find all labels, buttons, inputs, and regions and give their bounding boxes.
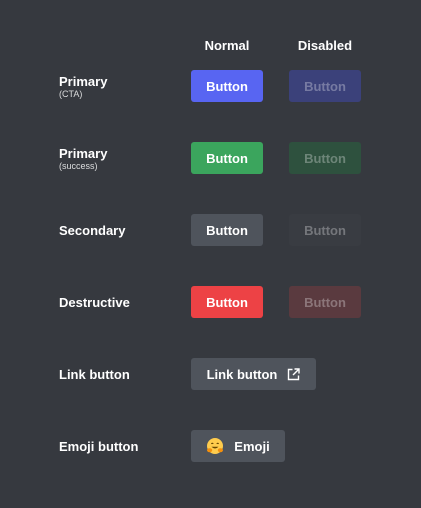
external-link-icon: [288, 367, 301, 380]
row-label-primary-cta: Primary (CTA): [59, 74, 107, 100]
primary-cta-button[interactable]: Button: [191, 70, 263, 102]
row-label-primary-cta-sub: (CTA): [59, 89, 83, 99]
emoji-button[interactable]: Emoji: [191, 430, 285, 462]
secondary-button[interactable]: Button: [191, 214, 263, 246]
column-header-normal: Normal: [204, 38, 250, 53]
destructive-button-disabled: Button: [289, 286, 361, 318]
row-label-primary-success-sub: (success): [59, 161, 98, 171]
row-label-primary-cta-title: Primary: [59, 74, 108, 89]
primary-success-button[interactable]: Button: [191, 142, 263, 174]
row-label-secondary: Secondary: [59, 223, 126, 238]
hugging-face-emoji-icon: [207, 438, 224, 454]
primary-cta-button-disabled: Button: [289, 70, 361, 102]
emoji-button-label: Emoji: [234, 438, 270, 454]
destructive-button[interactable]: Button: [191, 286, 263, 318]
link-button[interactable]: Link button: [191, 358, 316, 390]
column-header-disabled: Disabled: [297, 38, 353, 53]
secondary-button-disabled: Button: [289, 214, 361, 246]
row-label-primary-success: Primary (success): [59, 146, 107, 172]
primary-success-button-disabled: Button: [289, 142, 361, 174]
row-label-primary-success-title: Primary: [59, 146, 108, 161]
row-label-destructive: Destructive: [59, 295, 130, 310]
link-button-label: Link button: [206, 366, 278, 382]
row-label-link-button: Link button: [59, 367, 130, 382]
row-label-emoji-button: Emoji button: [59, 439, 139, 454]
